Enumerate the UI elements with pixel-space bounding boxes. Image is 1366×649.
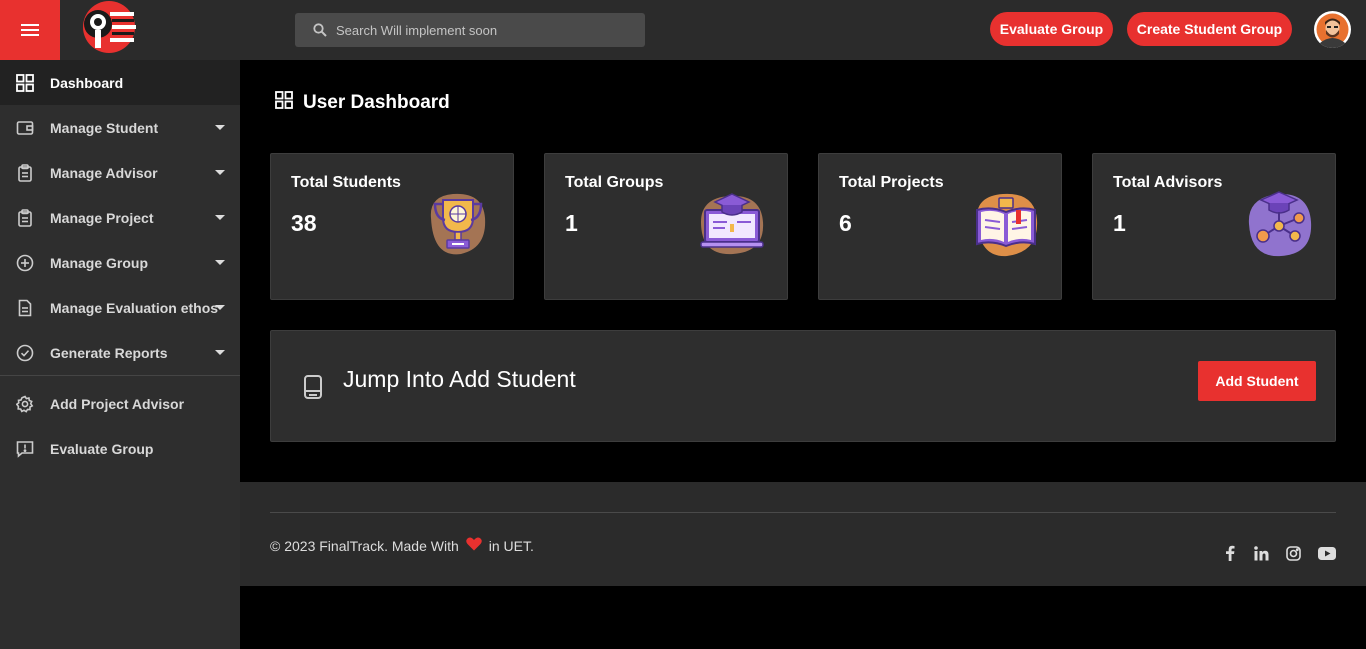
stat-card-value: 1 [565, 210, 578, 236]
chevron-down-icon [215, 125, 225, 130]
sidebar-item-evaluate-group[interactable]: Evaluate Group [0, 426, 240, 471]
create-student-group-button[interactable]: Create Student Group [1127, 12, 1292, 46]
document-icon [16, 299, 34, 317]
sidebar-item-label: Dashboard [50, 74, 124, 91]
stat-card-value: 6 [839, 210, 852, 236]
search-bar[interactable] [295, 13, 645, 47]
chevron-down-icon [215, 260, 225, 265]
book-icon [303, 374, 323, 405]
page-title-text: User Dashboard [303, 91, 450, 113]
sidebar-divider [0, 375, 240, 376]
top-bar: Evaluate Group Create Student Group [0, 0, 1366, 60]
clipboard-icon [16, 163, 34, 182]
stat-card-title: Total Projects [839, 174, 944, 191]
instagram-icon[interactable] [1283, 544, 1303, 562]
linkedin-icon[interactable] [1251, 544, 1271, 562]
jump-title: Jump Into Add Student [343, 366, 576, 392]
stat-card-value: 38 [291, 210, 317, 236]
sidebar-item-manage-student[interactable]: Manage Student [0, 105, 240, 150]
gear-icon [16, 395, 34, 413]
graduation-cap-network-icon [1243, 188, 1317, 262]
laptop-graduation-cap-icon [695, 188, 769, 262]
footer: © 2023 FinalTrack. Made With in UET. [240, 482, 1366, 586]
search-input[interactable] [336, 22, 626, 38]
sidebar: Dashboard Manage Student Manage Advisor [0, 60, 240, 649]
hamburger-icon [21, 24, 39, 36]
chevron-down-icon [215, 170, 225, 175]
copyright-text: © 2023 FinalTrack. Made With in UET. [270, 537, 534, 554]
stat-card-title: Total Advisors [1113, 174, 1223, 191]
wallet-icon [16, 119, 34, 137]
check-circle-icon [16, 344, 34, 362]
avatar[interactable] [1314, 11, 1351, 48]
stat-card-total-projects: Total Projects 6 [818, 153, 1062, 300]
footer-divider [270, 512, 1336, 513]
sidebar-item-label: Manage Student [50, 119, 159, 136]
jump-panel: Jump Into Add Student Add Student [270, 330, 1336, 442]
facebook-icon[interactable] [1220, 544, 1240, 562]
menu-toggle-button[interactable] [0, 0, 60, 60]
sidebar-item-label: Manage Project [50, 209, 154, 226]
page-title: User Dashboard [275, 91, 450, 114]
plus-circle-icon [16, 254, 34, 272]
chevron-down-icon [215, 215, 225, 220]
sidebar-item-label: Manage Group [50, 254, 149, 271]
trophy-icon [421, 188, 495, 262]
clipboard-icon [16, 208, 34, 227]
stat-card-title: Total Students [291, 174, 401, 191]
app-logo[interactable] [78, 0, 140, 56]
sidebar-item-add-project-advisor[interactable]: Add Project Advisor [0, 381, 240, 426]
sidebar-item-label: Evaluate Group [50, 440, 154, 457]
stat-card-value: 1 [1113, 210, 1126, 236]
search-icon [313, 23, 327, 37]
youtube-icon[interactable] [1317, 544, 1337, 562]
heart-icon [466, 537, 482, 554]
chevron-down-icon [215, 350, 225, 355]
stat-card-total-students: Total Students 38 [270, 153, 514, 300]
copyright-prefix: © 2023 FinalTrack. Made With [270, 537, 459, 554]
feedback-icon [16, 440, 34, 458]
sidebar-item-dashboard[interactable]: Dashboard [0, 60, 240, 105]
open-book-icon [969, 188, 1043, 262]
sidebar-item-label: Manage Evaluation ethos [50, 299, 219, 316]
chevron-down-icon [215, 305, 225, 310]
dashboard-grid-icon [16, 73, 34, 92]
copyright-suffix: in UET. [488, 537, 534, 554]
evaluate-group-button[interactable]: Evaluate Group [990, 12, 1113, 46]
sidebar-item-label: Generate Reports [50, 344, 168, 361]
sidebar-item-manage-evaluation[interactable]: Manage Evaluation ethos [0, 285, 240, 330]
sidebar-item-manage-group[interactable]: Manage Group [0, 240, 240, 285]
sidebar-item-manage-advisor[interactable]: Manage Advisor [0, 150, 240, 195]
stat-card-total-advisors: Total Advisors 1 [1092, 153, 1336, 300]
stat-card-total-groups: Total Groups 1 [544, 153, 788, 300]
stat-card-title: Total Groups [565, 174, 664, 191]
sidebar-item-label: Add Project Advisor [50, 395, 185, 412]
sidebar-item-generate-reports[interactable]: Generate Reports [0, 330, 240, 375]
sidebar-item-manage-project[interactable]: Manage Project [0, 195, 240, 240]
add-student-button[interactable]: Add Student [1198, 361, 1316, 401]
dashboard-grid-icon [275, 91, 293, 114]
sidebar-item-label: Manage Advisor [50, 164, 158, 181]
